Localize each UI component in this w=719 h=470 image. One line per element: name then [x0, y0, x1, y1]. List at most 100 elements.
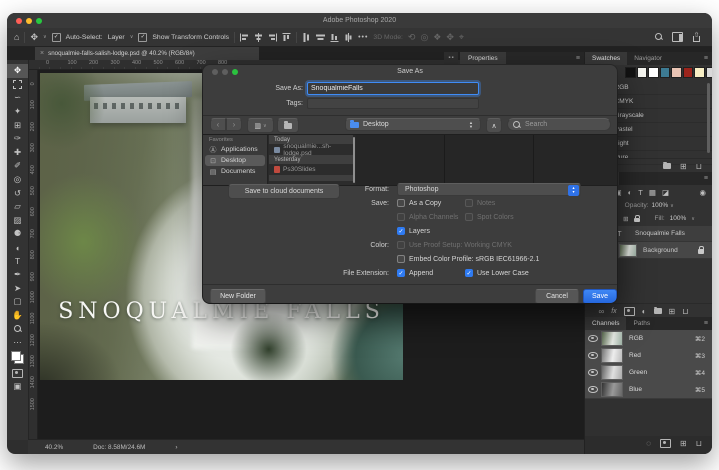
panel-menu-icon[interactable]: ≡ — [576, 55, 584, 62]
hand-tool[interactable]: ✋ — [7, 309, 28, 323]
vertical-ruler[interactable]: 0 100 200 300 400 500 600 700 800 900 1000 1100 1200… — [28, 70, 38, 440]
swatches-scrollbar[interactable] — [707, 83, 710, 153]
align-horizontal-centers-icon[interactable] — [254, 32, 263, 42]
blur-tool[interactable]: ⚈ — [7, 227, 28, 241]
more-options-icon[interactable]: ••• — [358, 34, 368, 41]
file-item-slides[interactable]: Ps30Slides — [269, 164, 353, 175]
panel-menu-icon[interactable]: ≡ — [704, 55, 712, 62]
filter-pin-icon[interactable]: ◉ — [699, 188, 712, 197]
crop-tool[interactable]: ⊞ — [7, 118, 28, 132]
quick-mask-button[interactable] — [7, 366, 28, 380]
auto-select-checkbox[interactable]: ✓ — [51, 32, 61, 42]
visibility-eye-icon[interactable] — [588, 368, 598, 377]
panel-menu-icon[interactable]: ≡ — [704, 320, 712, 327]
save-button[interactable]: Save — [583, 289, 617, 303]
dialog-minimize-button[interactable] — [222, 69, 228, 75]
panel-menu-icon[interactable]: ≡ — [704, 175, 712, 182]
dialog-close-button[interactable] — [212, 69, 218, 75]
sidebar-item-desktop[interactable]: ⊡ Desktop — [205, 155, 265, 166]
tab-swatches[interactable]: Swatches — [585, 52, 628, 65]
as-a-copy-checkbox[interactable]: As a Copy — [397, 198, 441, 208]
distribute-vertical-icon[interactable] — [302, 32, 311, 42]
file-item-psd[interactable]: snoqualmie...sh-lodge.psd — [269, 143, 353, 157]
browser-empty-column[interactable] — [445, 135, 534, 185]
home-icon[interactable]: ⌂ — [14, 32, 19, 42]
channel-row-green[interactable]: Green ⌘4 — [585, 364, 712, 382]
eraser-tool[interactable]: ▱ — [7, 200, 28, 214]
document-tab[interactable]: × snoqualmie-falls-salish-lodge.psd @ 40… — [35, 47, 259, 60]
browser-empty-column[interactable] — [534, 135, 617, 185]
history-brush-tool[interactable]: ↺ — [7, 186, 28, 200]
dialog-zoom-button[interactable] — [232, 69, 238, 75]
embed-profile-checkbox[interactable]: Embed Color Profile: sRGB IEC61966-2.1 — [397, 254, 539, 264]
new-channel-icon[interactable]: ⊞ — [680, 439, 687, 448]
new-group-icon[interactable] — [663, 161, 672, 169]
align-left-edges-icon[interactable] — [240, 33, 249, 42]
visibility-eye-icon[interactable] — [588, 385, 598, 394]
tab-channels[interactable]: Channels — [585, 317, 627, 330]
auto-select-target-dropdown[interactable]: Layer — [108, 34, 125, 41]
foreground-background-colors[interactable] — [11, 351, 24, 365]
lock-artboard-icon[interactable]: ⊞ — [623, 215, 628, 223]
move-tool-icon[interactable]: ✥ — [30, 32, 38, 43]
search-icon[interactable] — [655, 33, 663, 41]
edit-toolbar-icon[interactable]: ⋯ — [7, 336, 28, 350]
lower-case-checkbox[interactable]: ✓ Use Lower Case — [465, 268, 529, 278]
eyedropper-tool[interactable]: ✑ — [7, 132, 28, 146]
move-tool[interactable]: ✥ — [7, 64, 28, 78]
lock-all-icon[interactable] — [633, 215, 640, 223]
cancel-button[interactable]: Cancel — [535, 289, 579, 303]
close-tab-icon[interactable]: × — [40, 50, 44, 57]
delete-swatch-icon[interactable]: ⊔ — [696, 162, 702, 171]
adjustment-layer-icon[interactable]: ◐ — [642, 307, 647, 316]
zoom-level-field[interactable]: 40.2% — [45, 444, 63, 451]
status-chevron-icon[interactable]: › — [175, 444, 177, 451]
format-dropdown[interactable]: Photoshop ▲ ▼ — [397, 183, 581, 196]
lasso-tool[interactable]: ∽ — [7, 91, 28, 105]
new-folder-button[interactable]: New Folder — [210, 289, 266, 303]
filename-input[interactable] — [307, 82, 479, 95]
dialog-search-field[interactable]: Search — [507, 118, 611, 131]
shape-tool[interactable]: ▢ — [7, 295, 28, 309]
new-folder-toolbar-button[interactable] — [277, 118, 299, 133]
distribute-centers-icon[interactable] — [344, 32, 353, 42]
sidebar-item-documents[interactable]: ▤ Documents — [203, 166, 267, 177]
type-tool[interactable]: T — [7, 254, 28, 268]
tags-input[interactable] — [307, 98, 479, 109]
add-mask-icon[interactable] — [623, 306, 635, 316]
collapsed-panel-icons[interactable]: ▪ ▪ — [444, 52, 458, 64]
show-transform-checkbox[interactable]: ✓ — [138, 32, 148, 42]
path-selection-tool[interactable]: ➤ — [7, 282, 28, 296]
workspace-icon[interactable] — [672, 32, 683, 42]
clone-stamp-tool[interactable]: ◎ — [7, 173, 28, 187]
channel-row-red[interactable]: Red ⌘3 — [585, 347, 712, 365]
window-titlebar[interactable]: Adobe Photoshop 2020 — [7, 13, 712, 29]
filter-adjustment-layers-icon[interactable]: ◐ — [628, 188, 633, 197]
screen-mode-button[interactable]: ▣ — [7, 380, 28, 394]
new-layer-icon[interactable]: ⊞ — [669, 307, 676, 316]
layers-checkbox[interactable]: ✓ Layers — [397, 226, 430, 236]
sidebar-item-applications[interactable]: Ⓐ Applications — [203, 144, 267, 155]
opacity-value[interactable]: 100% — [652, 202, 669, 209]
append-checkbox[interactable]: ✓ Append — [397, 268, 433, 278]
swatch-chips[interactable] — [625, 67, 712, 78]
link-layers-icon[interactable]: ∞ — [599, 307, 605, 316]
new-group-icon[interactable] — [653, 306, 662, 314]
channel-row-blue[interactable]: Blue ⌘5 — [585, 381, 712, 399]
tab-paths[interactable]: Paths — [626, 317, 657, 330]
save-selection-icon[interactable] — [660, 438, 672, 448]
distribute-horizontal-icon[interactable] — [316, 33, 326, 42]
location-dropdown[interactable]: Desktop ▲ ▼ — [345, 118, 481, 131]
share-icon[interactable] — [692, 31, 701, 42]
view-mode-dropdown[interactable]: ▥ ∨ — [247, 118, 274, 133]
tab-properties[interactable]: Properties — [460, 52, 506, 64]
healing-brush-tool[interactable]: ✚ — [7, 146, 28, 160]
tab-navigator[interactable]: Navigator — [627, 52, 669, 65]
filter-smart-objects-icon[interactable]: ◪ — [662, 188, 669, 197]
up-directory-button[interactable]: ∧ — [486, 118, 502, 133]
foreground-color-swatch[interactable] — [11, 351, 21, 362]
marquee-tool[interactable] — [7, 78, 28, 92]
dodge-tool[interactable]: ◖ — [7, 241, 28, 255]
distribute-bottom-icon[interactable] — [330, 33, 339, 42]
channel-row-rgb[interactable]: RGB ⌘2 — [585, 330, 712, 348]
